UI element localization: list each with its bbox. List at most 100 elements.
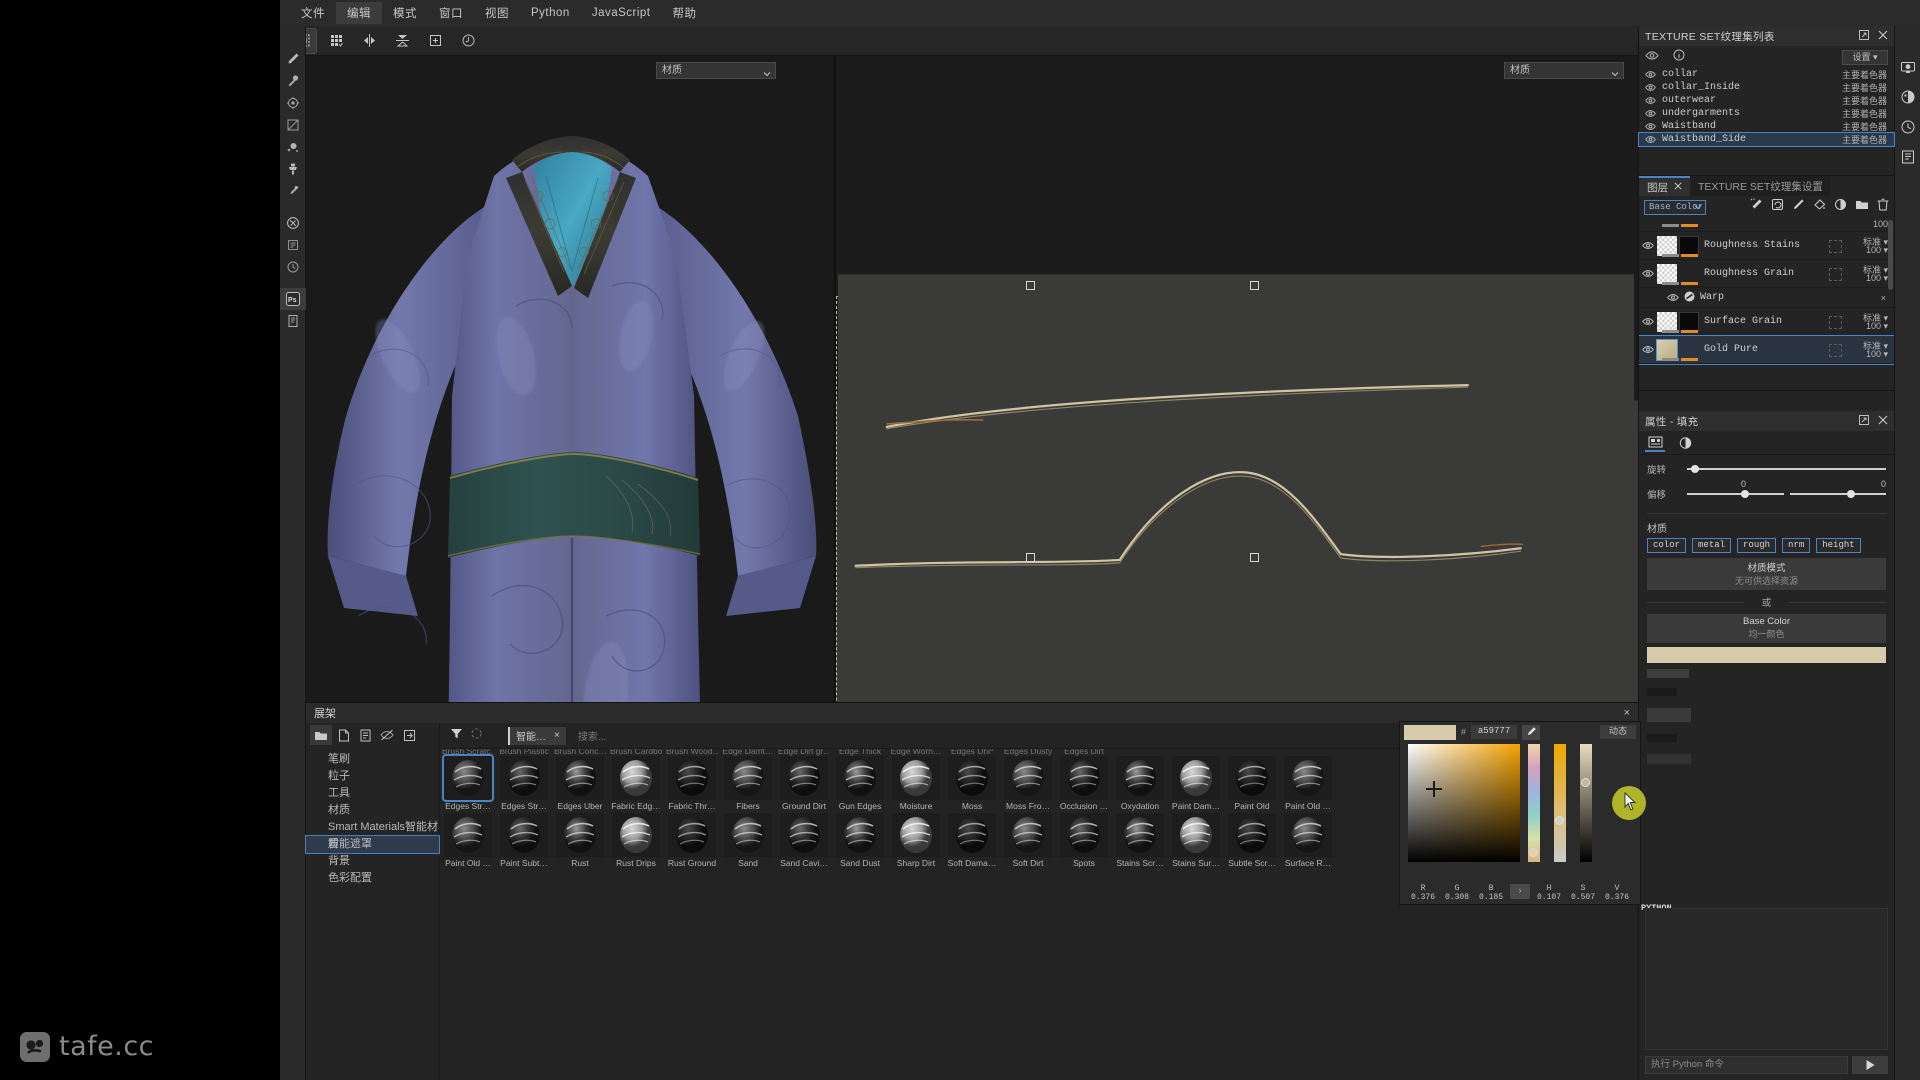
projection-icon[interactable]: [280, 92, 306, 114]
texture-set-settings-button[interactable]: 设置 ▾: [1842, 49, 1888, 65]
menu-item-edit[interactable]: 编辑: [336, 2, 382, 24]
shelf-asset-cell[interactable]: Soft Dama…: [946, 813, 998, 868]
close-icon[interactable]: [1878, 415, 1888, 428]
history-icon[interactable]: [280, 256, 306, 278]
offset-v-slider[interactable]: 0: [1789, 479, 1886, 500]
copy-icon[interactable]: [280, 310, 306, 332]
asset-thumbnail[interactable]: [724, 756, 772, 800]
folder-icon[interactable]: [310, 725, 332, 745]
menu-item-javascript[interactable]: JavaScript: [581, 4, 662, 22]
asset-thumbnail[interactable]: [1284, 756, 1332, 800]
fill-properties-icon[interactable]: [1645, 434, 1665, 452]
shelf-category-smart-masks[interactable]: 智能遮罩: [305, 835, 440, 854]
shelf-asset-cell[interactable]: Moss Fro…: [1002, 756, 1054, 811]
g-value[interactable]: 0.308: [1440, 893, 1474, 902]
asset-thumbnail[interactable]: [668, 756, 716, 800]
asset-thumbnail[interactable]: [892, 756, 940, 800]
asset-thumbnail[interactable]: [836, 756, 884, 800]
asset-thumbnail[interactable]: [948, 756, 996, 800]
texture-set-row[interactable]: Waistband_Side 主要着色器: [1638, 132, 1895, 147]
b-value[interactable]: 0.185: [1474, 893, 1508, 902]
python-console-input[interactable]: 执行 Python 命令: [1645, 1056, 1848, 1074]
asset-thumbnail[interactable]: [1060, 756, 1108, 800]
texture-set-row[interactable]: undergarments 主要着色器: [1639, 107, 1894, 120]
eyedropper-icon[interactable]: [1522, 724, 1541, 740]
channel-selector[interactable]: Base Color: [1644, 199, 1706, 215]
shelf-asset-cell[interactable]: Moisture: [890, 756, 942, 811]
shelf-asset-cell[interactable]: Subtle Scr…: [1226, 813, 1278, 868]
uv-handle-top[interactable]: [1026, 281, 1035, 290]
grid-tool-icon[interactable]: [323, 29, 349, 53]
offset-u-slider[interactable]: 0: [1687, 479, 1784, 500]
layer-thumbnail[interactable]: [1657, 263, 1677, 284]
shelf-asset-cell[interactable]: Gun Edges: [834, 756, 886, 811]
visibility-icon[interactable]: [1639, 341, 1657, 359]
hue-strip[interactable]: [1528, 744, 1540, 862]
asset-thumbnail[interactable]: [612, 813, 660, 857]
material-mode-dropzone[interactable]: 材质模式 无可供选择资源: [1647, 558, 1886, 590]
layer-effect-row[interactable]: Warp ×: [1639, 288, 1894, 308]
shelf-category-particles[interactable]: 粒子: [306, 768, 439, 785]
layer-mask-placeholder[interactable]: [1829, 316, 1842, 329]
asset-thumbnail[interactable]: [1116, 756, 1164, 800]
refresh-icon[interactable]: [470, 727, 492, 745]
shelf-category-brushes[interactable]: 笔刷: [306, 751, 439, 768]
refresh-layer-icon[interactable]: [1771, 198, 1784, 216]
r-value[interactable]: 0.376: [1406, 893, 1440, 902]
layer-row[interactable]: Gold Pure 标准 ▾ 100 ▾: [1639, 335, 1894, 365]
asset-thumbnail[interactable]: [1060, 813, 1108, 857]
menu-item-view[interactable]: 视图: [474, 2, 520, 24]
asset-thumbnail[interactable]: [556, 813, 604, 857]
visibility-icon[interactable]: [1639, 265, 1657, 283]
shelf-asset-cell[interactable]: Stains Scr…: [1114, 813, 1166, 868]
folder-icon[interactable]: [1855, 198, 1869, 216]
menu-item-window[interactable]: 窗口: [428, 2, 474, 24]
value-knob[interactable]: [1581, 778, 1590, 787]
h-value[interactable]: 0.107: [1532, 893, 1566, 902]
layer-mask-placeholder[interactable]: [1829, 344, 1842, 357]
shelf-active-tab[interactable]: 智能… ×: [508, 726, 566, 745]
layer-opacity[interactable]: 100 ▾: [1866, 321, 1888, 332]
material-dropdown-2d[interactable]: 材质: [1504, 62, 1624, 79]
shelf-category-tools[interactable]: 工具: [306, 785, 439, 802]
shelf-asset-cell[interactable]: Soft Dirt: [1002, 813, 1054, 868]
paint-layer-icon[interactable]: [1792, 198, 1805, 216]
saturation-knob[interactable]: [1555, 816, 1564, 825]
shelf-asset-cell[interactable]: Paint Old: [1226, 756, 1278, 811]
shelf-asset-cell[interactable]: Ground Dirt: [778, 756, 830, 811]
asset-thumbnail[interactable]: [780, 756, 828, 800]
saturation-strip[interactable]: [1554, 744, 1566, 862]
shelf-asset-cell[interactable]: Rust Drips: [610, 813, 662, 868]
layer-thumbnail[interactable]: [1656, 338, 1678, 361]
shelf-asset-cell[interactable]: Paint Old …: [1282, 756, 1334, 811]
play-icon[interactable]: [1852, 1056, 1888, 1074]
python-console-output[interactable]: [1645, 908, 1888, 1050]
v-value[interactable]: 0.376: [1600, 893, 1634, 902]
asset-thumbnail[interactable]: [1172, 813, 1220, 857]
asset-thumbnail[interactable]: [1004, 756, 1052, 800]
close-icon[interactable]: ×: [554, 730, 560, 741]
shelf-asset-cell[interactable]: Fabric Thr…: [666, 756, 718, 811]
info-icon[interactable]: [1673, 48, 1685, 66]
uv-handle-top-right[interactable]: [1250, 281, 1259, 290]
shelf-category-materials[interactable]: 材质: [306, 802, 439, 819]
base-color-swatch[interactable]: [1647, 647, 1886, 663]
shelf-category-color-profiles[interactable]: 色彩配置: [306, 870, 439, 887]
fill-layer-icon[interactable]: [1813, 198, 1826, 216]
layer-opacity[interactable]: 100 ▾: [1866, 349, 1888, 360]
asset-thumbnail[interactable]: [444, 813, 492, 857]
texture-set-row[interactable]: Waistband 主要着色器: [1639, 120, 1894, 133]
history-icon[interactable]: [1895, 112, 1920, 142]
undock-icon[interactable]: [1859, 414, 1869, 428]
texture-set-row[interactable]: outerwear 主要着色器: [1639, 94, 1894, 107]
chip-color[interactable]: color: [1647, 538, 1687, 553]
paint-brush-icon[interactable]: [280, 48, 306, 70]
asset-thumbnail[interactable]: [1172, 756, 1220, 800]
tab-texture-set-settings[interactable]: TEXTURE SET纹理集设置: [1690, 176, 1831, 196]
texture-set-row[interactable]: collar 主要着色器: [1639, 68, 1894, 81]
close-icon[interactable]: ×: [1624, 707, 1630, 719]
base-color-dropzone[interactable]: Base Color 均一颜色: [1647, 614, 1886, 643]
history-reset-icon[interactable]: [455, 29, 481, 53]
shelf-category-smart-materials[interactable]: Smart Materials智能材质: [306, 819, 439, 850]
shelf-asset-cell[interactable]: Stains Sur…: [1170, 813, 1222, 868]
